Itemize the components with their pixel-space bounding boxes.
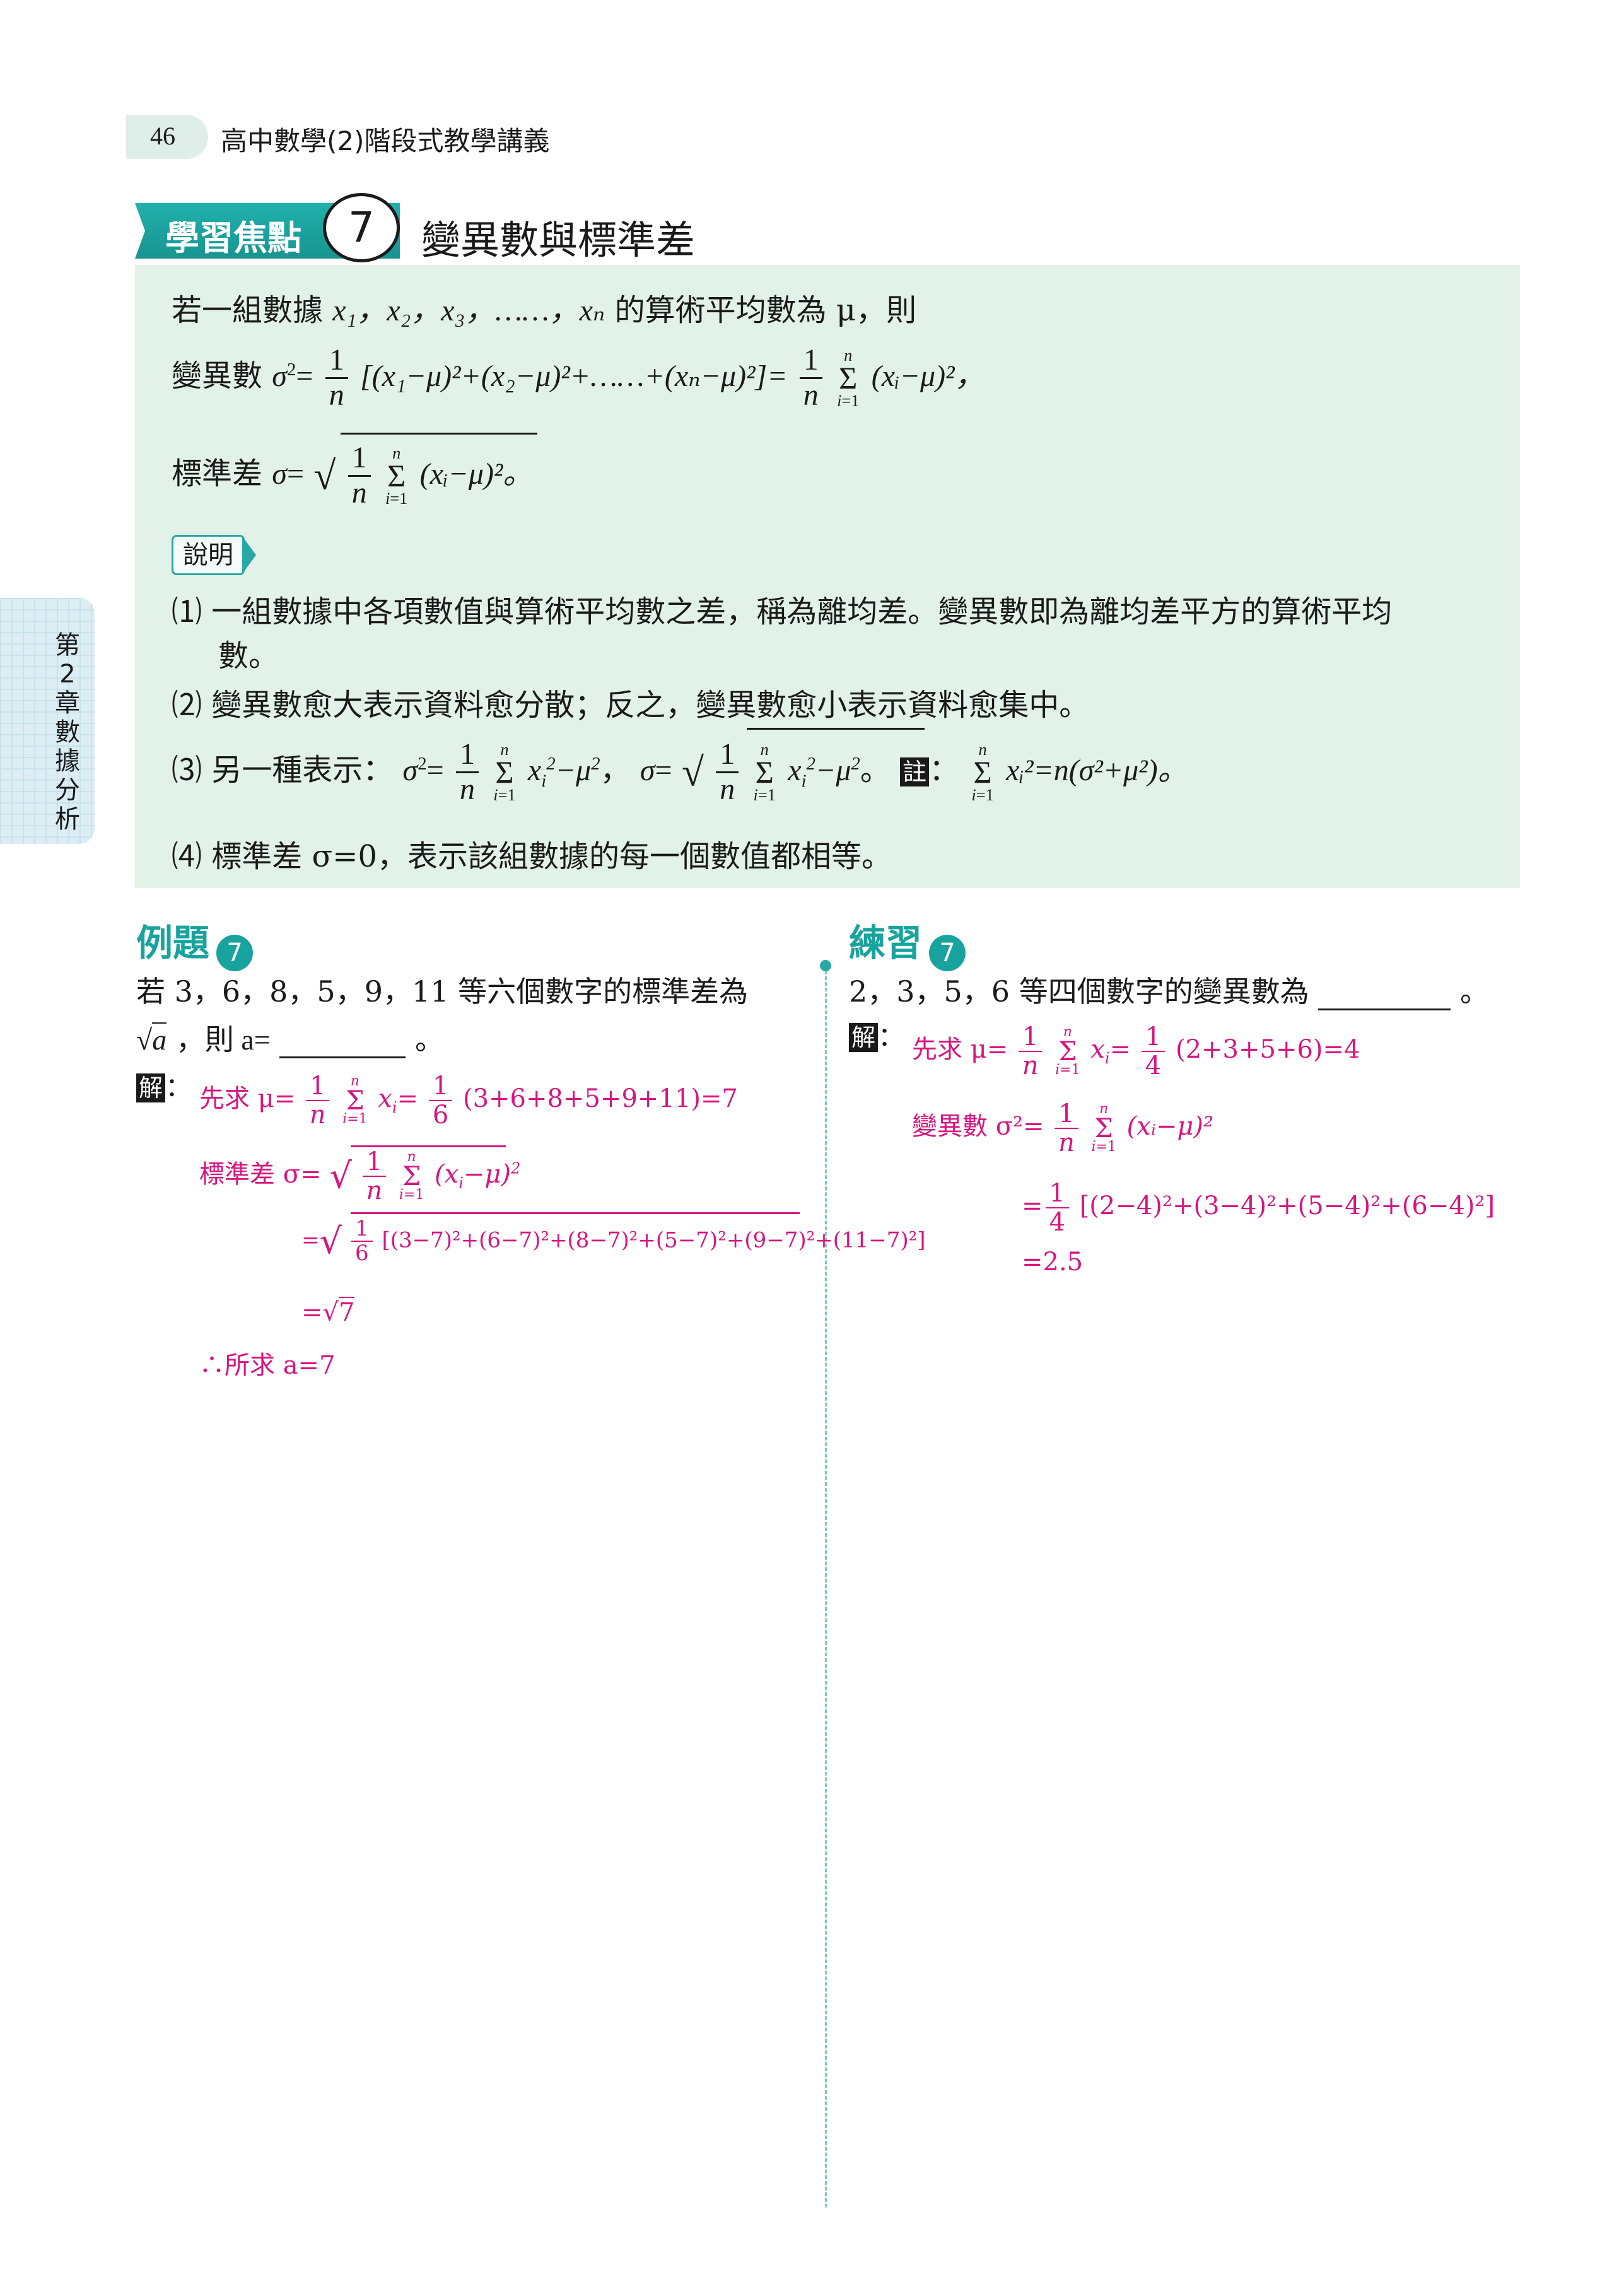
- example-step-mean: 先求 μ= 1n n Σi=1 xi= 16 (3+6+8+5+9+11)=7: [199, 1072, 738, 1130]
- variance-expr: [(x₁−μ)²+(x₂−μ)²+……+(xₙ−μ)²]=: [359, 359, 788, 393]
- example-step-mean-label: 先求 μ=: [199, 1084, 296, 1113]
- example-step-std-expand-expr: [(3−7)²+(6−7)²+(8−7)²+(5−7)²+(9−7)²+(11−…: [382, 1227, 926, 1253]
- point-2: ⑵ 變異數愈大表示資料愈分散；反之，變異數愈小表示資料愈集中。: [172, 687, 1090, 723]
- std-label: 標準差: [172, 455, 263, 491]
- example-sqrt-bar-1: [351, 1145, 506, 1147]
- practice-step-expand: = 1 4 [(2−4)²+(3−4)²+(5−4)²+(6−4)²]: [1022, 1179, 1495, 1237]
- variance-tail: (xᵢ−μ)²，: [871, 359, 985, 393]
- practice-solve: 解：: [849, 1015, 904, 1054]
- practice-step-result: =2.5: [1022, 1248, 1084, 1277]
- std-tail: (xᵢ−μ)²。: [419, 457, 534, 491]
- variance-label: 變異數: [172, 358, 263, 394]
- practice-step-variance-label: 變異數 σ²=: [912, 1112, 1044, 1141]
- practice-step-expand-expr: [(2−4)²+(3−4)²+(5−4)²+(6−4)²]: [1079, 1191, 1495, 1220]
- practice-step-variance: 變異數 σ²= 1n n Σi=1 (xᵢ−μ)²: [912, 1099, 1214, 1157]
- practice-question: 2，3，5，6 等四個數字的變異數為 。: [849, 969, 1489, 1010]
- point-3: ⑶ 另一種表示： σ2= 1n n Σi=1 xi2−μ2， σ= √ 1n nΣ…: [172, 737, 1188, 806]
- point-3-label: ⑶ 另一種表示：: [172, 752, 394, 788]
- divider-dot: [820, 960, 831, 971]
- example-label: 例題: [136, 921, 210, 964]
- practice-step-mean-value: (2+3+5+6)=4: [1175, 1035, 1360, 1064]
- column-divider: [825, 965, 827, 2207]
- practice-question-end: 。: [1459, 974, 1489, 1008]
- practice-answer-blank[interactable]: [1318, 983, 1451, 1010]
- practice-step-mean-label: 先求 μ=: [912, 1035, 1008, 1064]
- example-heading: 例題 7: [136, 913, 254, 971]
- explain-arrow-icon: [242, 536, 256, 574]
- practice-step-mean: 先求 μ= 1n n Σi=1 xi= 14 (2+3+5+6)=4: [912, 1022, 1360, 1080]
- example-step-std-expand: =√ 16 [(3−7)²+(6−7)²+(8−7)²+(5−7)²+(9−7)…: [301, 1216, 926, 1266]
- book-title: 高中數學(2)階段式教學講義: [221, 126, 550, 156]
- intro-vars: x₁，x₂，x₃，……，xₙ: [332, 294, 605, 327]
- example-step-std-label: 標準差 σ=: [199, 1160, 322, 1189]
- example-solve: 解：: [136, 1066, 192, 1104]
- note-label: 註: [900, 757, 930, 786]
- example-sqrt-var: a: [152, 1022, 167, 1056]
- intro-suffix: 的算術平均數為 μ，則: [614, 293, 917, 328]
- example-sqrt-bar-2: [351, 1212, 800, 1214]
- example-step-mean-value: (3+6+8+5+9+11)=7: [462, 1084, 738, 1113]
- point-1-cont: 數。: [218, 638, 279, 674]
- example-question-2: √a ，則 a= 。: [136, 1017, 444, 1058]
- example-question-1: 若 3，6，8，5，9，11 等六個數字的標準差為: [136, 974, 749, 1008]
- concept-intro: 若一組數據 x₁，x₂，x₃，……，xₙ 的算術平均數為 μ，則: [172, 285, 916, 329]
- section-badge-label: 學習焦點: [165, 218, 301, 258]
- page-number: 46: [150, 122, 175, 150]
- practice-label: 練習: [849, 921, 923, 964]
- point-1: ⑴ 一組數據中各項數值與算術平均數之差，稱為離均差。變異數即為離均差平方的算術平…: [172, 594, 1393, 629]
- point-4: ⑷ 標準差 σ=0，表示該組數據的每一個數值都相等。: [172, 839, 892, 874]
- example-step-std: 標準差 σ= √ 1n n Σi=1 (xi−μ)2: [199, 1147, 521, 1205]
- variance-formula: 變異數 σ2= 1n [(x₁−μ)²+(x₂−μ)²+……+(xₙ−μ)²]=…: [172, 343, 985, 412]
- example-question-suffix: ，則 a=: [175, 1024, 271, 1056]
- std-formula: 標準差 σ= √ 1n n Σi=1 (xᵢ−μ)²。: [172, 441, 534, 510]
- example-step-result-value: 7: [339, 1297, 355, 1327]
- example-conclusion: ∴所求 a=7: [199, 1351, 336, 1380]
- example-step-eq: =: [301, 1298, 323, 1327]
- explain-badge: 說明: [172, 535, 245, 575]
- practice-number: 7: [929, 934, 966, 971]
- practice-heading: 練習 7: [849, 913, 966, 971]
- example-question-end: 。: [414, 1022, 444, 1056]
- sqrt-bar-2: [747, 728, 925, 730]
- practice-question-text: 2，3，5，6 等四個數字的變異數為: [849, 974, 1309, 1008]
- example-step-result: =√7: [301, 1297, 355, 1327]
- intro-prefix: 若一組數據: [172, 293, 324, 328]
- example-solve-label: 解: [136, 1073, 166, 1102]
- chapter-side-label: 第2章 數據分析: [55, 631, 80, 834]
- sqrt-bar: [341, 433, 537, 435]
- section-number: 7: [323, 193, 400, 262]
- note-expr: xᵢ²=n(σ²+μ²)。: [1006, 753, 1188, 787]
- practice-step-variance-expr: (xᵢ−μ)²: [1126, 1112, 1214, 1141]
- section-title: 變異數與標準差: [421, 217, 696, 263]
- practice-solve-label: 解: [849, 1023, 879, 1052]
- example-answer-blank[interactable]: [279, 1031, 406, 1058]
- example-number: 7: [216, 934, 254, 971]
